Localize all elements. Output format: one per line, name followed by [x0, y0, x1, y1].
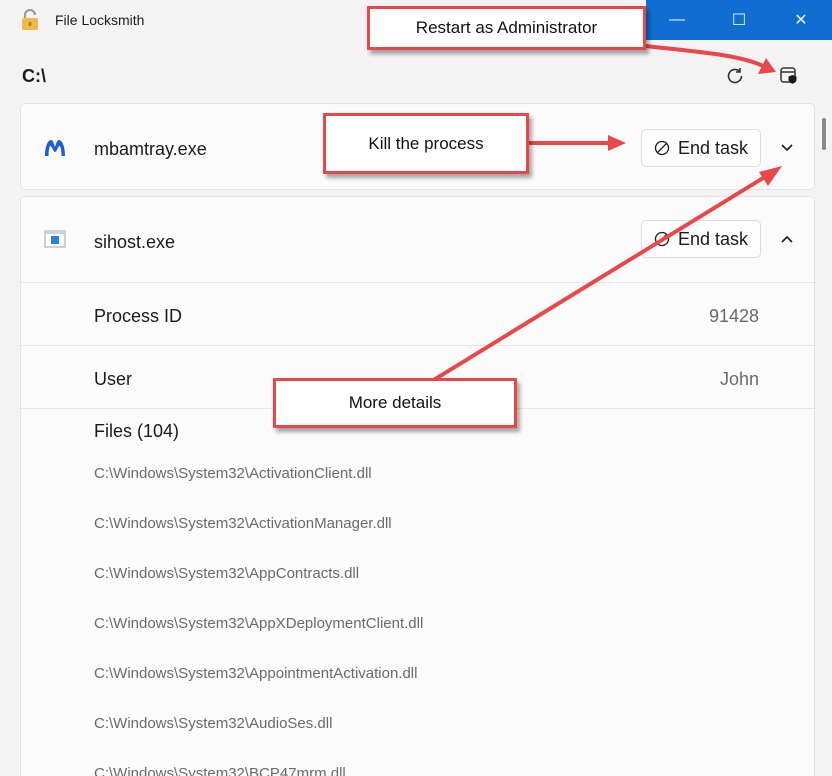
file-item: C:\Windows\System32\AppContracts.dll [94, 565, 360, 582]
refresh-button[interactable] [718, 59, 752, 93]
callout-restart-admin: Restart as Administrator [367, 6, 646, 50]
app-title: File Locksmith [55, 12, 145, 28]
files-title: Files (104) [94, 421, 180, 441]
padlock-icon [22, 9, 38, 30]
process-name: mbamtray.exe [94, 139, 207, 159]
callout-more-details: More details [273, 378, 517, 428]
chevron-down-icon [781, 144, 793, 152]
file-item: C:\Windows\System32\ActivationClient.dll [94, 465, 372, 482]
file-item: C:\Windows\System32\AppointmentActivatio… [94, 665, 418, 682]
minimize-button[interactable]: — [646, 0, 708, 40]
process-id-value: 91428 [708, 306, 759, 326]
callout-kill-process: Kill the process [323, 113, 529, 174]
maximize-button[interactable]: ☐ [708, 0, 770, 40]
divider [21, 282, 816, 283]
window-controls: — ☐ ✕ [646, 0, 832, 40]
current-path: C:\ [22, 66, 46, 86]
window-app-icon [44, 230, 66, 248]
chevron-up-icon [781, 235, 793, 243]
expand-button[interactable] [773, 133, 801, 161]
end-task-button[interactable]: End task [641, 129, 761, 167]
user-label: User [94, 369, 133, 389]
file-item: C:\Windows\System32\BCP47mrm.dll [94, 765, 346, 776]
file-item: C:\Windows\System32\ActivationManager.dl… [94, 515, 392, 532]
process-card-sihost[interactable]: sihost.exe End task Process ID 91428 Use… [20, 196, 816, 776]
malwarebytes-icon [45, 140, 65, 156]
block-icon [654, 231, 670, 247]
scrollbar-thumb[interactable] [822, 118, 826, 150]
process-name: sihost.exe [94, 232, 176, 252]
process-id-label: Process ID [94, 306, 183, 326]
restart-as-admin-button[interactable] [772, 58, 806, 92]
refresh-icon [727, 68, 743, 84]
divider [21, 345, 816, 346]
end-task-button[interactable]: End task [641, 220, 761, 258]
close-button[interactable]: ✕ [770, 0, 832, 40]
block-icon [654, 140, 670, 156]
collapse-button[interactable] [773, 226, 801, 254]
file-item: C:\Windows\System32\AppXDeploymentClient… [94, 615, 424, 632]
end-task-label: End task [677, 137, 749, 158]
user-value: John [719, 369, 759, 389]
shield-admin-icon [780, 67, 797, 84]
end-task-label: End task [677, 228, 749, 249]
file-item: C:\Windows\System32\AudioSes.dll [94, 715, 333, 732]
